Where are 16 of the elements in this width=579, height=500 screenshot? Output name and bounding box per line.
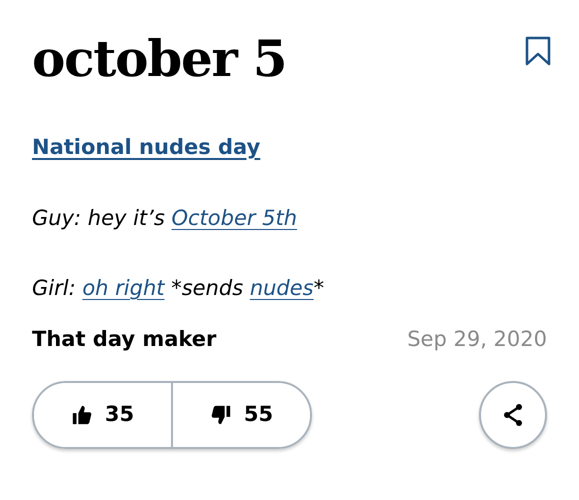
upvote-button[interactable]: 35: [34, 383, 173, 447]
example-sentence: Girl: oh right *sends nudes*: [32, 274, 326, 302]
thumbs-up-icon: [70, 403, 93, 427]
example-link[interactable]: nudes: [250, 276, 314, 300]
post-date: Sep 29, 2020: [407, 326, 547, 352]
downvote-button[interactable]: 55: [173, 383, 310, 447]
share-button[interactable]: [479, 381, 547, 449]
example-link[interactable]: October 5th: [171, 206, 298, 230]
share-icon: [502, 403, 524, 427]
word-title: october 5: [32, 28, 286, 90]
bookmark-icon[interactable]: [525, 36, 551, 66]
thumbs-down-icon: [210, 403, 232, 427]
definition-link[interactable]: National nudes day: [32, 135, 260, 159]
example-sentence: Guy: hey it’s October 5th: [32, 204, 298, 232]
example-link[interactable]: oh right: [82, 276, 165, 300]
author-name[interactable]: That day maker: [32, 324, 216, 355]
